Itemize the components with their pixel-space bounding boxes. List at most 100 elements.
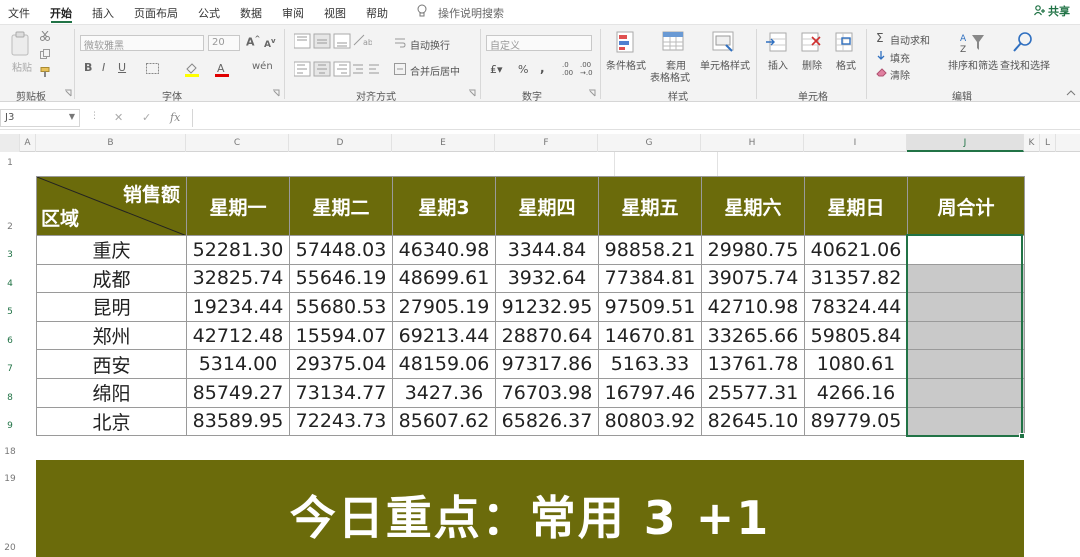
- wrap-text-icon[interactable]: [394, 37, 406, 49]
- row-header-4[interactable]: 4: [0, 279, 20, 289]
- fill-button[interactable]: 填充: [890, 50, 910, 65]
- sales-value-cell[interactable]: 82645.10: [701, 406, 805, 437]
- sales-value-cell[interactable]: 19234.44: [186, 292, 290, 322]
- sales-value-cell[interactable]: 52281.30: [186, 235, 290, 265]
- sales-value-cell[interactable]: 42710.98: [701, 292, 805, 322]
- format-cells-button[interactable]: 格式: [836, 57, 856, 72]
- row-header-5[interactable]: 5: [0, 307, 20, 317]
- menu-insert[interactable]: 插入: [92, 5, 114, 21]
- row-header-1[interactable]: 1: [0, 158, 20, 168]
- delete-cells-button[interactable]: 删除: [802, 57, 822, 72]
- sales-value-cell[interactable]: 85607.62: [392, 406, 496, 437]
- comma-style-icon[interactable]: ,: [540, 61, 545, 75]
- collapse-ribbon-icon[interactable]: [1066, 89, 1076, 97]
- formula-input[interactable]: [192, 109, 1080, 127]
- copy-icon[interactable]: [40, 49, 50, 59]
- sales-value-cell[interactable]: 89779.05: [804, 406, 908, 437]
- sales-value-cell[interactable]: 40621.06: [804, 235, 908, 265]
- row-header-20[interactable]: 20: [0, 543, 20, 553]
- header-monday[interactable]: 星期一: [186, 176, 290, 236]
- cell-styles-icon[interactable]: [712, 31, 736, 53]
- fill-color-icon[interactable]: [184, 61, 200, 77]
- cut-icon[interactable]: [40, 31, 50, 41]
- column-header-j[interactable]: J: [907, 134, 1024, 152]
- region-cell[interactable]: 北京: [36, 406, 187, 437]
- sales-value-cell[interactable]: 80803.92: [598, 406, 702, 437]
- column-header-i[interactable]: I: [804, 134, 907, 152]
- clear-button[interactable]: 清除: [890, 67, 910, 82]
- menu-data[interactable]: 数据: [240, 5, 262, 21]
- header-friday[interactable]: 星期五: [598, 176, 702, 236]
- merge-center-button[interactable]: 合并后居中: [410, 63, 460, 78]
- sales-value-cell[interactable]: 72243.73: [289, 406, 393, 437]
- font-launcher-icon[interactable]: [272, 89, 280, 97]
- sales-value-cell[interactable]: 5314.00: [186, 349, 290, 379]
- decrease-decimal-icon[interactable]: .00 →.0: [580, 61, 593, 77]
- sales-value-cell[interactable]: 1080.61: [804, 349, 908, 379]
- column-header-a[interactable]: A: [20, 134, 36, 152]
- sales-value-cell[interactable]: 48159.06: [392, 349, 496, 379]
- underline-icon[interactable]: U: [118, 61, 126, 74]
- weekly-total-cell[interactable]: [907, 292, 1025, 322]
- column-header-b[interactable]: B: [36, 134, 186, 152]
- paste-icon[interactable]: [10, 31, 32, 57]
- menu-home[interactable]: 开始: [50, 5, 72, 21]
- percent-format-icon[interactable]: %: [518, 63, 528, 76]
- sales-value-cell[interactable]: 85749.27: [186, 377, 290, 408]
- row-header-9[interactable]: 9: [0, 421, 20, 431]
- phonetic-icon[interactable]: wén: [252, 61, 273, 72]
- column-header-f[interactable]: F: [495, 134, 598, 152]
- sales-value-cell[interactable]: 42712.48: [186, 320, 290, 351]
- row-header-18[interactable]: 18: [0, 447, 20, 457]
- row-header-3[interactable]: 3: [0, 250, 20, 260]
- sales-value-cell[interactable]: 97317.86: [495, 349, 599, 379]
- sort-filter-icon[interactable]: A Z: [958, 31, 986, 55]
- row-header-6[interactable]: 6: [0, 336, 20, 346]
- weekly-total-cell[interactable]: [907, 406, 1025, 437]
- delete-cells-icon[interactable]: [800, 31, 822, 53]
- share-button[interactable]: 共享: [1034, 3, 1078, 21]
- cancel-entry-icon[interactable]: ✕: [114, 111, 123, 124]
- region-cell[interactable]: 绵阳: [36, 377, 187, 408]
- sales-value-cell[interactable]: 69213.44: [392, 320, 496, 351]
- conditional-format-icon[interactable]: [616, 31, 638, 55]
- sales-value-cell[interactable]: 13761.78: [701, 349, 805, 379]
- fill-down-icon[interactable]: [876, 51, 886, 61]
- region-cell[interactable]: 成都: [36, 263, 187, 294]
- sales-value-cell[interactable]: 76703.98: [495, 377, 599, 408]
- find-select-icon[interactable]: [1012, 31, 1034, 53]
- sales-value-cell[interactable]: 3344.84: [495, 235, 599, 265]
- indent-icons[interactable]: [352, 63, 382, 75]
- wrap-text-button[interactable]: 自动换行: [410, 37, 450, 52]
- autosum-icon[interactable]: Σ: [876, 31, 884, 45]
- alignment-launcher-icon[interactable]: [468, 89, 476, 97]
- header-weekly-total[interactable]: 周合计: [907, 176, 1025, 236]
- insert-cells-button[interactable]: 插入: [768, 57, 788, 72]
- sales-value-cell[interactable]: 27905.19: [392, 292, 496, 322]
- insert-function-icon[interactable]: fx: [170, 111, 180, 124]
- sales-value-cell[interactable]: 98858.21: [598, 235, 702, 265]
- row-header-19[interactable]: 19: [0, 474, 20, 484]
- format-as-table-line2[interactable]: 表格格式: [650, 69, 690, 84]
- confirm-entry-icon[interactable]: ✓: [142, 111, 151, 124]
- orientation-icon[interactable]: ab: [352, 33, 372, 47]
- fill-handle[interactable]: [1019, 433, 1025, 439]
- sales-value-cell[interactable]: 3427.36: [392, 377, 496, 408]
- sales-value-cell[interactable]: 77384.81: [598, 263, 702, 294]
- increase-decimal-icon[interactable]: .0.00: [562, 61, 573, 77]
- sales-value-cell[interactable]: 29375.04: [289, 349, 393, 379]
- sales-value-cell[interactable]: 39075.74: [701, 263, 805, 294]
- diagonal-corner-cell[interactable]: 销售额 区域: [36, 176, 187, 236]
- sales-value-cell[interactable]: 15594.07: [289, 320, 393, 351]
- insert-cells-icon[interactable]: [766, 31, 788, 53]
- header-saturday[interactable]: 星期六: [701, 176, 805, 236]
- sales-value-cell[interactable]: 14670.81: [598, 320, 702, 351]
- header-sunday[interactable]: 星期日: [804, 176, 908, 236]
- sales-value-cell[interactable]: 29980.75: [701, 235, 805, 265]
- chevron-down-icon[interactable]: ▼: [69, 112, 75, 121]
- sales-value-cell[interactable]: 33265.66: [701, 320, 805, 351]
- worksheet[interactable]: A B C D E F G H I J K L 1 2 3 4 5 6 7 8 …: [0, 134, 1080, 557]
- sales-value-cell[interactable]: 73134.77: [289, 377, 393, 408]
- menu-view[interactable]: 视图: [324, 5, 346, 21]
- select-all-corner[interactable]: [0, 134, 20, 152]
